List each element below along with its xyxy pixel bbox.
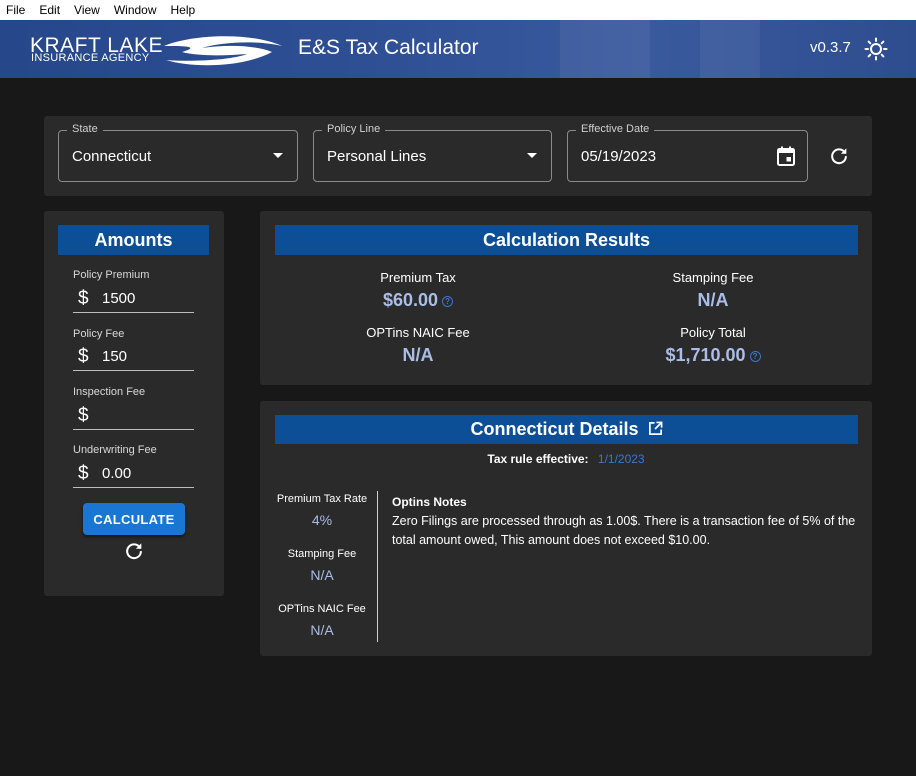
version-label: v0.3.7	[810, 39, 851, 56]
tax-rule-date[interactable]: 1/1/2023	[598, 452, 645, 466]
details-banner: Connecticut Details	[275, 415, 858, 444]
help-icon[interactable]: ?	[442, 295, 454, 307]
logo-subtext: INSURANCE AGENCY	[31, 52, 150, 64]
tax-rule-row: Tax rule effective: 1/1/2023	[260, 452, 872, 466]
app-title: E&S Tax Calculator	[298, 36, 479, 59]
state-select[interactable]: State Connecticut	[58, 123, 298, 182]
amounts-card: Amounts Policy Premium $ 1500 Policy Fee…	[44, 211, 224, 596]
policy-total-value: $1,710.00?	[613, 345, 813, 366]
policy-total-amount: $1,710.00	[665, 345, 746, 365]
external-link-icon[interactable]	[648, 421, 663, 436]
menu-file[interactable]: File	[6, 3, 25, 17]
filter-card: State Connecticut Policy Line Personal L…	[44, 116, 872, 196]
premium-tax-rate-value: 4%	[311, 512, 333, 528]
dollar-sign: $	[78, 405, 89, 426]
dollar-sign: $	[78, 463, 89, 484]
premium-tax-rate-label: Premium Tax Rate	[276, 493, 368, 505]
naic-fee-value: N/A	[402, 345, 434, 365]
underwriting-fee-label: Underwriting Fee	[73, 444, 157, 456]
state-value: Connecticut	[72, 148, 152, 165]
menu-view[interactable]: View	[74, 3, 100, 17]
policy-total-label: Policy Total	[680, 325, 746, 340]
calendar-icon[interactable]	[777, 146, 795, 166]
stamping-fee-label: Stamping Fee	[672, 270, 754, 285]
dollar-sign: $	[78, 288, 89, 309]
menu-window[interactable]: Window	[114, 3, 157, 17]
help-icon[interactable]: ?	[749, 350, 761, 362]
policy-line-value: Personal Lines	[327, 148, 427, 165]
results-card: Calculation Results Premium Tax $60.00? …	[260, 211, 872, 385]
policy-fee-value: 150	[102, 348, 128, 365]
menu-edit[interactable]: Edit	[39, 3, 60, 17]
premium-tax-label: Premium Tax	[380, 270, 456, 285]
details-naic-fee-label: OPTins NAIC Fee	[278, 603, 366, 615]
inspection-fee-label: Inspection Fee	[73, 386, 146, 398]
sun-icon[interactable]	[864, 37, 888, 61]
naic-fee-label: OPTins NAIC Fee	[366, 325, 470, 340]
dollar-sign: $	[78, 346, 89, 367]
policy-premium-input[interactable]: $ 1500	[73, 286, 194, 313]
tax-rule-label: Tax rule effective:	[487, 452, 589, 466]
header-decoration	[700, 20, 760, 78]
premium-tax-amount: $60.00	[382, 290, 439, 310]
stamping-fee-value: N/A	[697, 290, 729, 310]
underwriting-fee-value: 0.00	[102, 465, 132, 482]
calculate-button[interactable]: CALCULATE	[83, 503, 185, 535]
policy-line-select[interactable]: Policy Line Personal Lines	[313, 123, 552, 182]
policy-line-label: Policy Line	[322, 123, 386, 135]
logo-swoosh-icon	[164, 36, 282, 66]
chevron-down-icon[interactable]	[273, 153, 283, 158]
details-divider	[377, 491, 378, 642]
reset-amounts-icon[interactable]	[123, 540, 145, 562]
details-card: Connecticut Details Tax rule effective: …	[260, 401, 872, 656]
chevron-down-icon[interactable]	[527, 153, 537, 158]
effective-date-label: Effective Date	[576, 123, 655, 135]
state-label: State	[67, 123, 103, 135]
policy-fee-input[interactable]: $ 150	[73, 344, 194, 371]
reset-filters-icon[interactable]	[828, 145, 850, 167]
menu-help[interactable]: Help	[171, 3, 196, 17]
notes-text: Zero Filings are processed through as 1.…	[392, 514, 856, 547]
notes-title: Optins Notes	[392, 495, 467, 509]
policy-fee-label: Policy Fee	[73, 328, 125, 340]
premium-tax-value: $60.00?	[318, 290, 518, 311]
menu-bar: File Edit View Window Help	[0, 0, 916, 20]
details-naic-fee-value: N/A	[310, 622, 334, 638]
results-title: Calculation Results	[275, 225, 858, 255]
app-header: KRAFT LAKE INSURANCE AGENCY E&S Tax Calc…	[0, 20, 916, 78]
policy-premium-label: Policy Premium	[73, 269, 150, 281]
details-title: Connecticut Details	[470, 419, 639, 439]
amounts-title: Amounts	[58, 225, 209, 255]
inspection-fee-input[interactable]: $	[73, 403, 194, 430]
effective-date-value: 05/19/2023	[581, 148, 657, 165]
details-stamping-fee-value: N/A	[310, 567, 334, 583]
effective-date-field[interactable]: Effective Date 05/19/2023	[567, 123, 808, 182]
underwriting-fee-input[interactable]: $ 0.00	[73, 461, 194, 488]
header-decoration	[560, 20, 650, 78]
policy-premium-value: 1500	[102, 290, 136, 307]
details-stamping-fee-label: Stamping Fee	[287, 548, 357, 560]
